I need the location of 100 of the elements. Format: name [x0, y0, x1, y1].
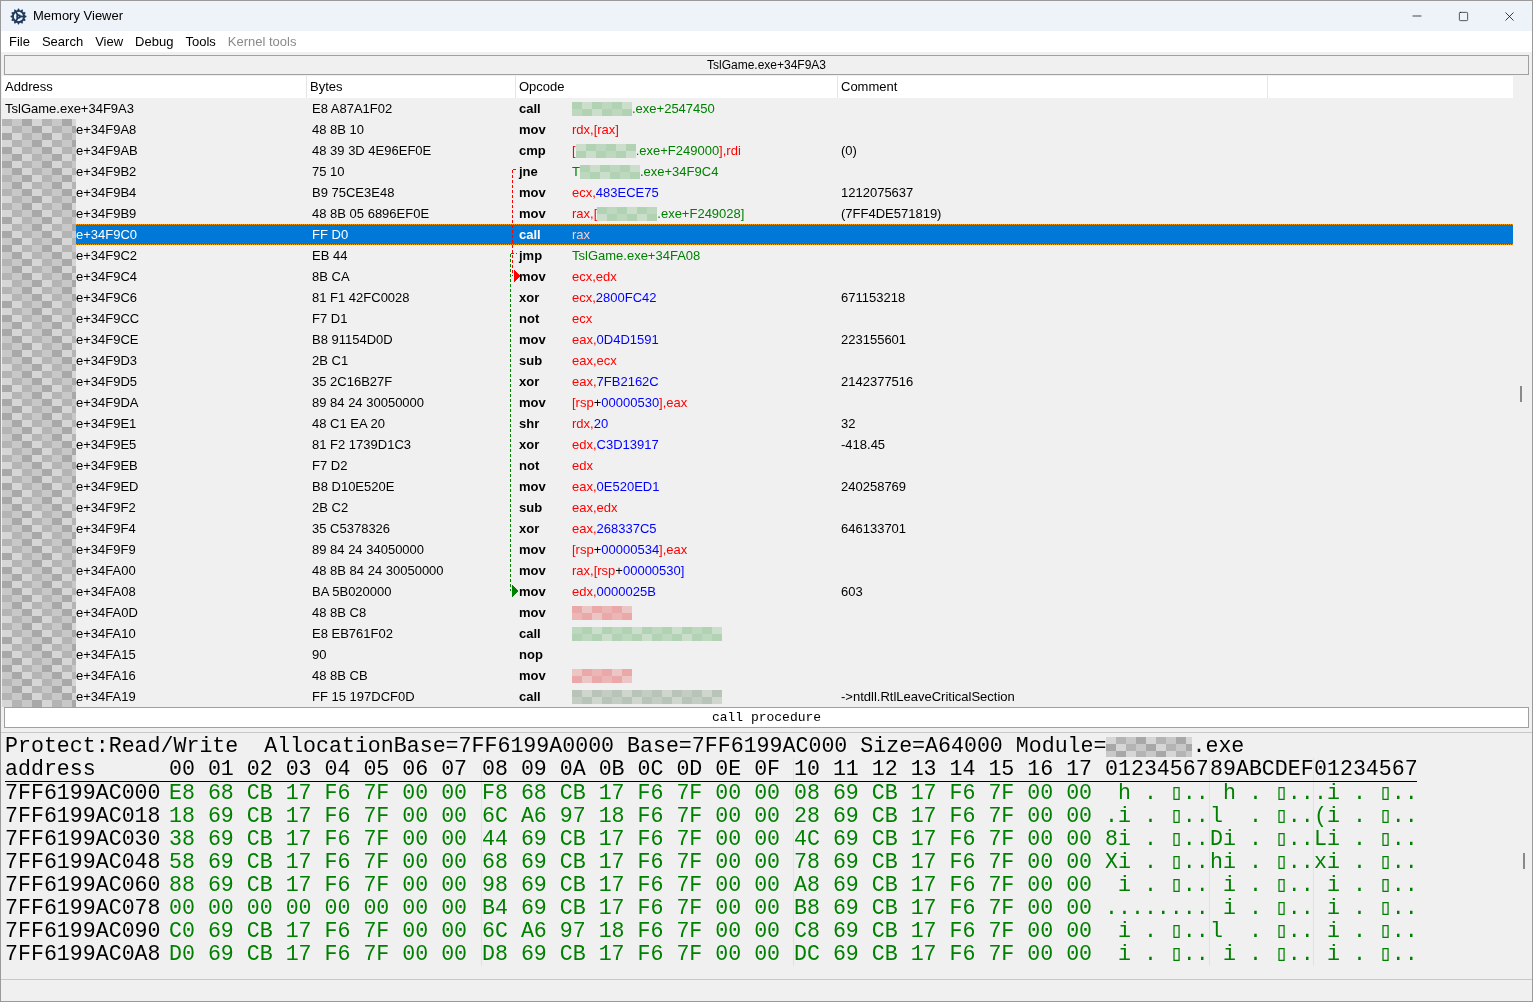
hex-bytes: D0 69 CB 17 F6 7F 00 00	[169, 943, 469, 966]
disassembly-row[interactable]: e+34F9AB 48 39 3D 4E96EF0E cmp [ .exe+F249000],rdi (0)	[2, 140, 1514, 161]
operand-text: [rsp	[572, 393, 594, 412]
opcode-text: jmp	[517, 246, 544, 265]
disassembly-row[interactable]: e+34F9B4 B9 75CE3E48 mov ecx,483ECE75 1212075637	[2, 182, 1514, 203]
ascii-text: hi . ▯..	[1209, 851, 1313, 874]
app-gear-icon	[10, 7, 27, 25]
column-header: 10 11 12 13 14 15 16 17	[793, 758, 1105, 781]
address-text: e+34FA16	[76, 666, 136, 685]
address-text: e+34F9B2	[76, 162, 137, 181]
disassembly-row[interactable]: e+34F9CC F7 D1 not ecx	[2, 308, 1514, 329]
operand-text: rax,[	[572, 204, 598, 223]
column-header[interactable]: Comment	[838, 76, 1268, 98]
disassembly-row[interactable]: e+34F9F2 2B C2 sub eax,edx	[2, 497, 1514, 518]
bytes-text: 81 F2 1739D1C3	[311, 435, 412, 454]
operand-text: TslGame.exe+34FA08	[572, 246, 701, 265]
disassembly-row[interactable]: e+34F9E5 81 F2 1739D1C3 xor edx,C3D13917 -418.45	[2, 434, 1514, 455]
column-header[interactable]: Address	[2, 76, 307, 98]
operand-text: .exe+F249028]	[657, 204, 745, 223]
ascii-text: i . ▯..	[1116, 943, 1209, 966]
menu-item[interactable]: View	[89, 31, 130, 52]
disassembly-row[interactable]: e+34F9C4 8B CA mov ecx,edx	[2, 266, 1514, 287]
hex-address: 7FF6199AC030	[5, 828, 162, 851]
bytes-text: 48 8B 84 24 30050000	[311, 561, 445, 580]
disassembly-row[interactable]: e+34FA19 FF 15 197DCF0D call ->ntdll.RtlLeaveCriticalSection	[2, 686, 1514, 707]
column-header: 08 09 0A 0B 0C 0D 0E 0F	[481, 758, 793, 781]
disassembly-row[interactable]: e+34FA00 48 8B 84 24 30050000 mov rax,[rsp+00000530]	[2, 560, 1514, 581]
ascii-text: (i . ▯..	[1313, 805, 1417, 828]
operand-text: rdx,	[572, 414, 594, 433]
memory-info-text: Protect:Read/Write AllocationBase=7FF6199A0000 Base=7FF6199AC000 Size=A64000 Module=	[5, 735, 1107, 758]
operand-text: edx,	[572, 582, 597, 601]
address-text: e+34F9A8	[76, 120, 137, 139]
opcode-text: mov	[518, 540, 547, 559]
comment-text: 32	[840, 414, 856, 433]
disassembly-row[interactable]: e+34F9B2 75 10 jne T .exe+34F9C4	[2, 161, 1514, 182]
opcode-text: xor	[518, 372, 541, 391]
disassembly-row[interactable]: e+34F9E1 48 C1 EA 20 shr rdx,20 32	[2, 413, 1514, 434]
bytes-text: 48 8B 05 6896EF0E	[311, 204, 431, 223]
ascii-text: Li . ▯..	[1313, 828, 1417, 851]
ascii-text: l . ▯..	[1209, 920, 1313, 943]
hex-bytes: C0 69 CB 17 F6 7F 00 00	[169, 920, 469, 943]
operand-text: ecx	[572, 309, 593, 328]
disassembly-row[interactable]: TslGame.exe+34F9A3 E8 A87A1F02 call .exe+2547450	[2, 98, 1514, 119]
opcode-text: call	[518, 687, 542, 706]
column-header: address	[5, 758, 97, 781]
disassembly-row[interactable]: e+34FA0D 48 8B C8 mov	[2, 602, 1514, 623]
bytes-text: FF D0	[311, 225, 350, 244]
address-text: e+34F9DA	[76, 393, 139, 412]
disassembly-row[interactable]: e+34F9A8 48 8B 10 mov rdx,[rax]	[2, 119, 1514, 140]
menu-item[interactable]: Search	[35, 31, 90, 52]
hex-bytes: 6C A6 97 18 F6 7F 00 00	[481, 805, 793, 828]
opcode-text: mov	[518, 267, 547, 286]
bytes-text: B8 D10E520E	[311, 477, 396, 496]
opcode-text: xor	[518, 519, 541, 538]
operand-text: ],eax	[659, 540, 688, 559]
hex-bytes: D8 69 CB 17 F6 7F 00 00	[481, 943, 793, 966]
address-text: e+34F9D3	[76, 351, 138, 370]
opcode-text: cmp	[518, 141, 547, 160]
disassembly-row[interactable]: e+34F9DA 89 84 24 30050000 mov [rsp+00000530],eax	[2, 392, 1514, 413]
disassembly-row[interactable]: e+34FA16 48 8B CB mov	[2, 665, 1514, 686]
menu-item[interactable]: File	[3, 31, 36, 52]
column-header[interactable]: Opcode	[516, 76, 838, 98]
operand-text: edx	[572, 456, 593, 475]
disassembly-row[interactable]: e+34F9F9 89 84 24 34050000 mov [rsp+00000534],eax	[2, 539, 1514, 560]
disassembly-row[interactable]: e+34F9CE B8 91154D0D mov eax,0D4D1591 223155601	[2, 329, 1514, 350]
disassembly-row[interactable]: e+34F9ED B8 D10E520E mov eax,0E520ED1 240258769	[2, 476, 1514, 497]
disassembly-row[interactable]: e+34F9C2 EB 44 jmp TslGame.exe+34FA08	[2, 245, 1514, 266]
menu-item[interactable]: Tools	[179, 31, 222, 52]
opcode-text: jne	[517, 162, 539, 181]
bytes-text: 8B CA	[311, 267, 351, 286]
hex-bytes: C8 69 CB 17 F6 7F 00 00	[793, 920, 1105, 943]
hex-bytes: A8 69 CB 17 F6 7F 00 00	[793, 874, 1105, 897]
disassembly-row[interactable]: e+34F9D3 2B C1 sub eax,ecx	[2, 350, 1514, 371]
bytes-text: E8 A87A1F02	[311, 99, 394, 118]
disassembly-row[interactable]: e+34F9C0 FF D0 call rax	[2, 224, 1514, 245]
hex-bytes: B8 69 CB 17 F6 7F 00 00	[793, 897, 1105, 920]
bytes-text: 35 C5378326	[311, 519, 392, 538]
ascii-text: xi . ▯..	[1313, 851, 1417, 874]
ascii-text: ........	[1105, 897, 1209, 920]
disassembly-row[interactable]: e+34FA10 E8 EB761F02 call	[2, 623, 1514, 644]
disassembly-row[interactable]: e+34F9EB F7 D2 not edx	[2, 455, 1514, 476]
operand-text: ecx,	[572, 183, 596, 202]
menu-item[interactable]: Debug	[129, 31, 180, 52]
disassembly-row[interactable]: e+34F9F4 35 C5378326 xor eax,268337C5 646133701	[2, 518, 1514, 539]
disassembly-row[interactable]: e+34F9C6 81 F1 42FC0028 xor ecx,2800FC42 671153218	[2, 287, 1514, 308]
bytes-text: 48 C1 EA 20	[311, 414, 386, 433]
address-text: e+34F9CC	[76, 309, 140, 328]
disassembly-row[interactable]: e+34FA15 90 nop	[2, 644, 1514, 665]
operand-text: 483ECE75	[595, 183, 659, 202]
disassembly-row[interactable]: e+34F9B9 48 8B 05 6896EF0E mov rax,[ .exe+F249028] (7FF4DE571819)	[2, 203, 1514, 224]
ascii-text: i . ▯..	[1313, 943, 1417, 966]
bytes-text: 2B C2	[311, 498, 350, 517]
address-text: e+34F9F4	[76, 519, 136, 538]
address-text: e+34F9F9	[76, 540, 136, 559]
disassembly-row[interactable]: e+34F9D5 35 2C16B27F xor eax,7FB2162C 2142377516	[2, 371, 1514, 392]
bytes-text: 89 84 24 30050000	[311, 393, 426, 412]
hex-bytes: 44 69 CB 17 F6 7F 00 00	[481, 828, 793, 851]
disassembly-row[interactable]: e+34FA08 BA 5B020000 mov edx,0000025B 603	[2, 581, 1514, 602]
operand-text: 0D4D1591	[596, 330, 659, 349]
comment-text: (7FF4DE571819)	[840, 204, 942, 223]
